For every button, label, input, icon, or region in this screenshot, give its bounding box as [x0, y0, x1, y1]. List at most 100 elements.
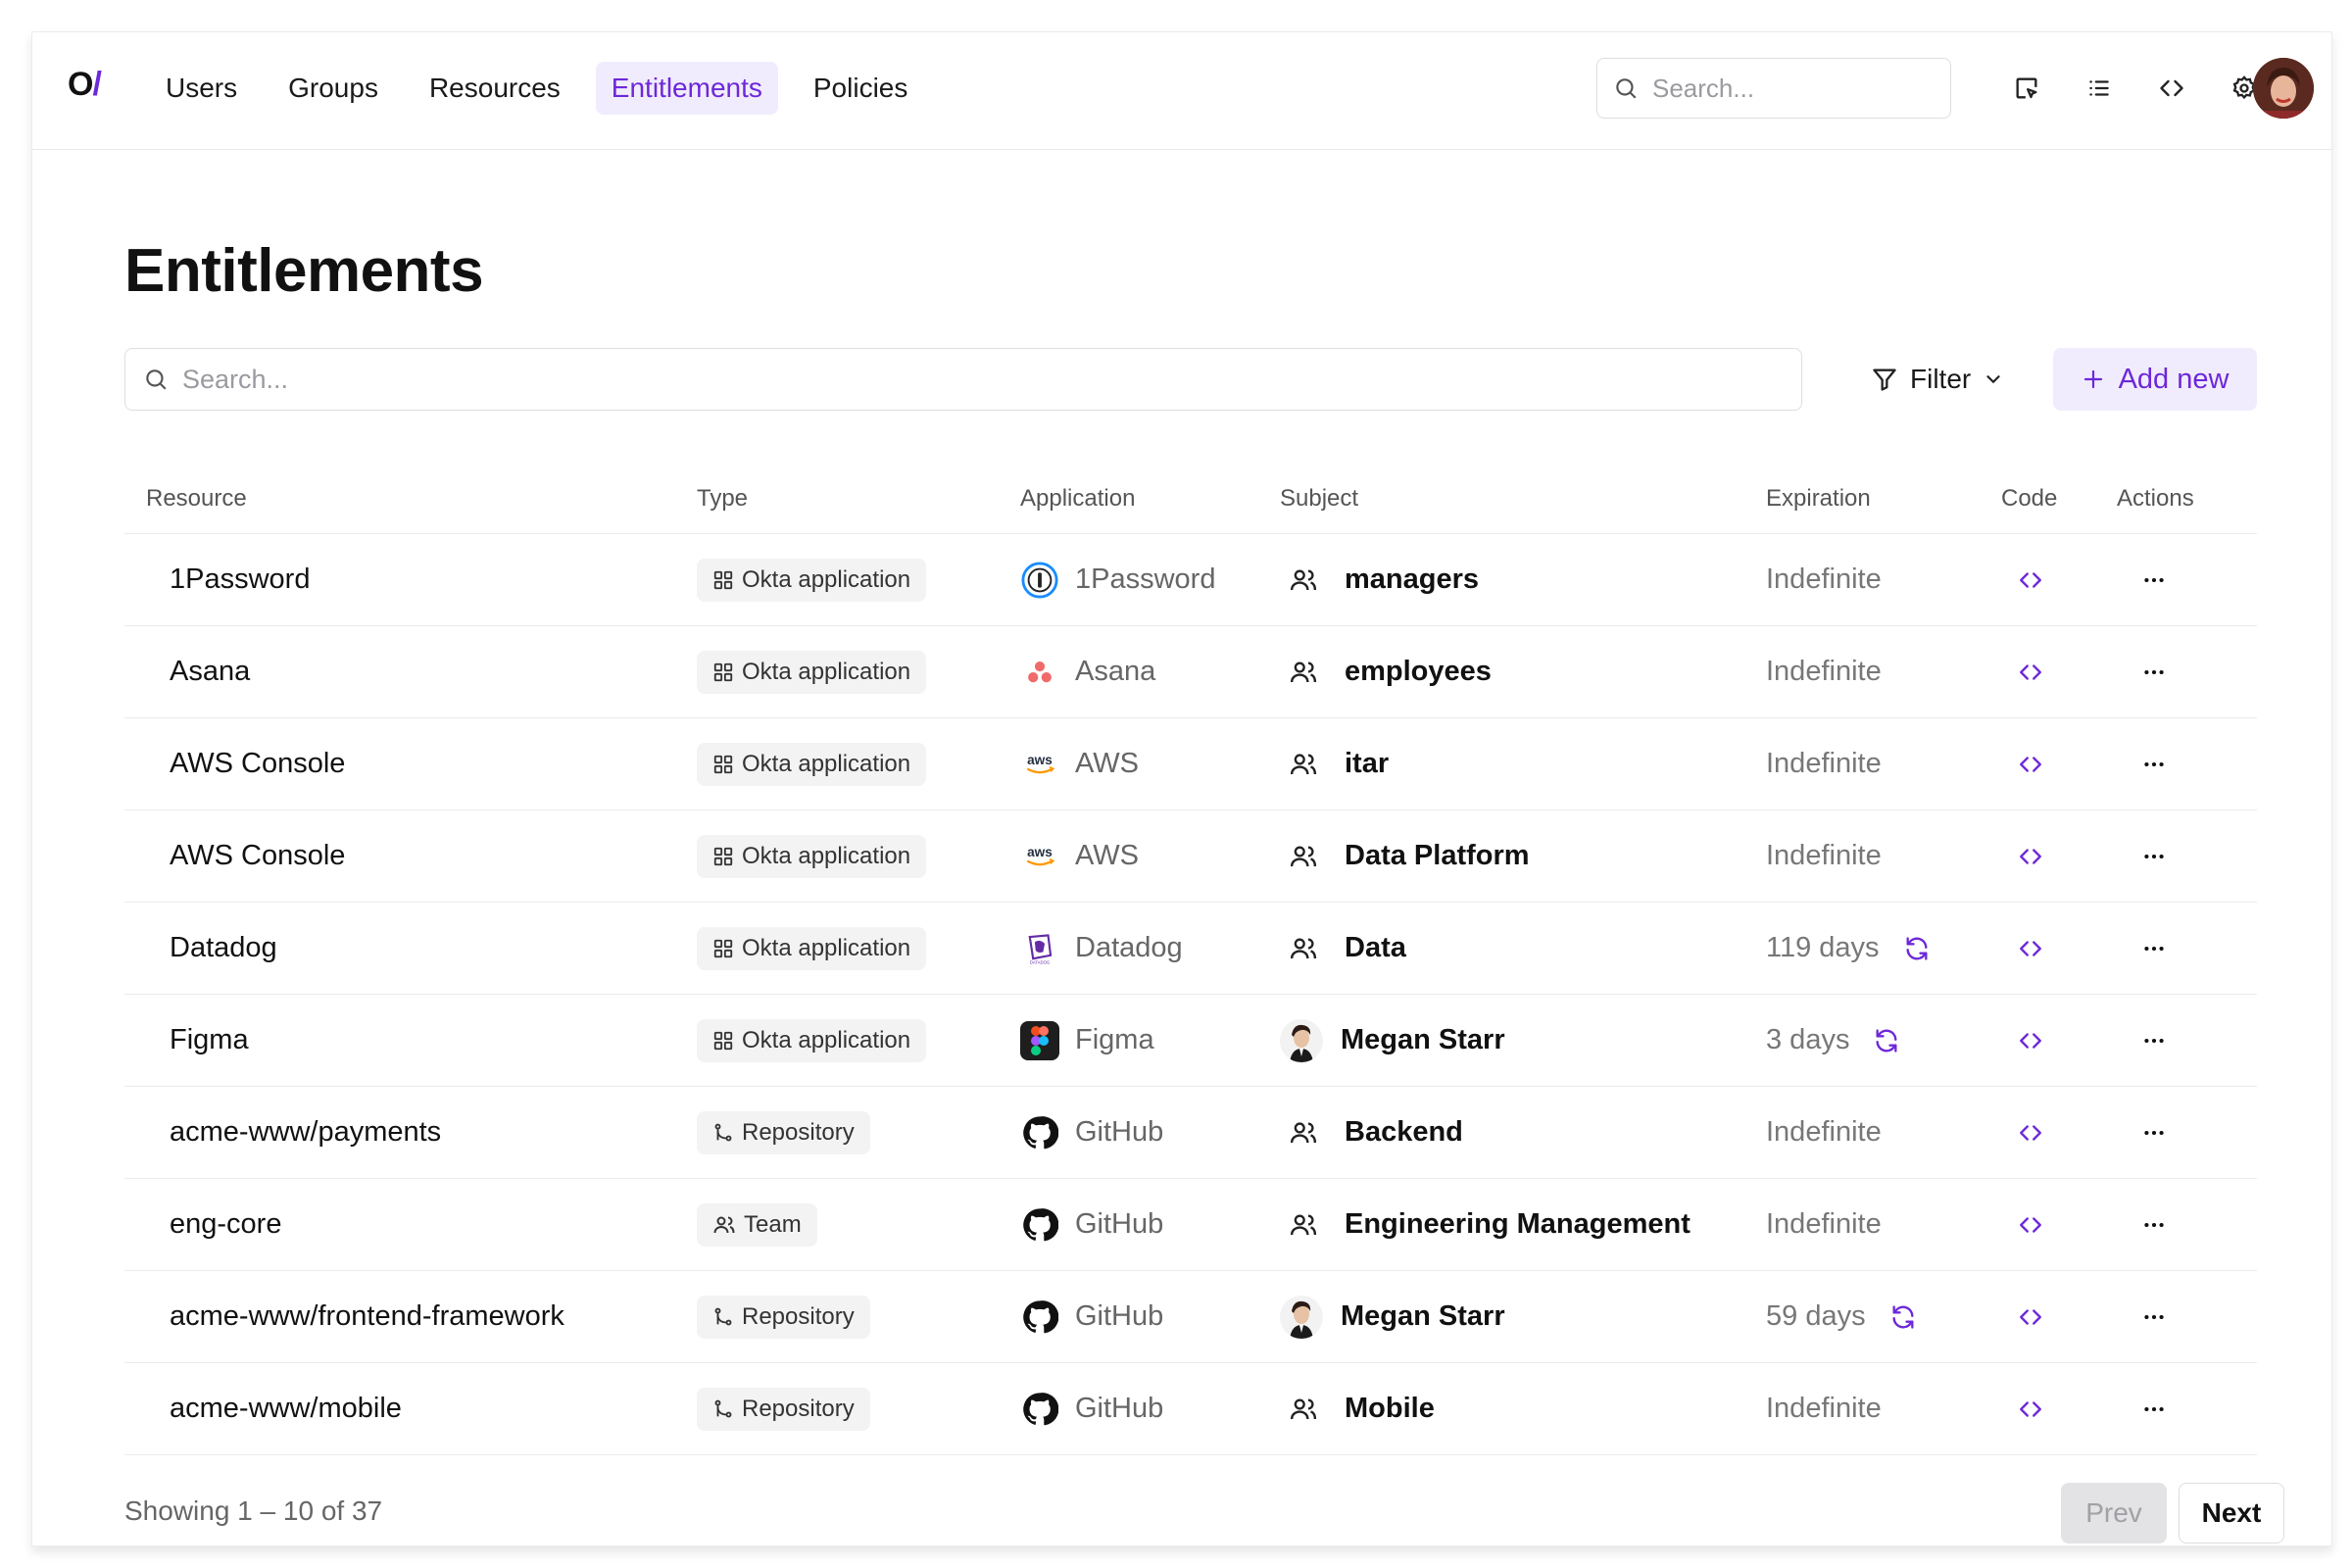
pagination-summary: Showing 1 – 10 of 37: [124, 1495, 383, 1526]
entitlements-search-input[interactable]: Search...: [124, 348, 1802, 411]
type-cell: Team: [697, 1202, 1020, 1247]
main-nav: Users Groups Resources Entitlements Poli…: [150, 62, 935, 115]
table-row[interactable]: AWS Console Okta application aws AWS Dat…: [124, 810, 2257, 903]
column-header-application[interactable]: Application: [1020, 485, 1280, 513]
code-icon[interactable]: [2001, 1212, 2060, 1238]
actions-cell: [2117, 752, 2234, 777]
application-cell: aws AWS: [1020, 745, 1280, 784]
grid-icon: [712, 569, 734, 591]
table-row[interactable]: acme-www/mobile Repository GitHub Mobile…: [124, 1363, 2257, 1455]
ellipsis-icon[interactable]: [2117, 752, 2191, 777]
code-button[interactable]: [2135, 62, 2208, 115]
ellipsis-icon[interactable]: [2117, 1120, 2191, 1146]
inspect-button[interactable]: [1990, 62, 2063, 115]
table-row[interactable]: acme-www/frontend-framework Repository G…: [124, 1271, 2257, 1363]
actions-cell: [2117, 1120, 2234, 1146]
column-header-expiration[interactable]: Expiration: [1766, 485, 2001, 513]
nav-item-resources[interactable]: Resources: [414, 62, 576, 115]
ellipsis-icon[interactable]: [2117, 1212, 2191, 1238]
code-icon[interactable]: [2001, 844, 2060, 869]
global-search-placeholder: Search...: [1652, 73, 1755, 103]
column-header-subject[interactable]: Subject: [1280, 485, 1766, 513]
code-icon[interactable]: [2001, 1304, 2060, 1330]
code-cell: [2001, 660, 2117, 685]
refresh-icon[interactable]: [1873, 1027, 1900, 1054]
nav-item-users[interactable]: Users: [150, 62, 253, 115]
code-icon[interactable]: [2001, 1396, 2060, 1422]
application-cell: Figma: [1020, 1020, 1280, 1060]
inspect-icon: [2016, 77, 2037, 99]
code-icon[interactable]: [2001, 1120, 2060, 1146]
type-cell: Repository: [697, 1295, 1020, 1339]
subject-label: Mobile: [1345, 1393, 1435, 1424]
code-icon[interactable]: [2001, 567, 2060, 593]
column-header-resource[interactable]: Resource: [124, 485, 697, 513]
add-new-button[interactable]: Add new: [2053, 348, 2257, 411]
code-icon[interactable]: [2001, 1028, 2060, 1054]
code-cell: [2001, 1028, 2117, 1054]
prev-page-button[interactable]: Prev: [2061, 1483, 2167, 1544]
expiration-cell: 3 days: [1766, 1024, 2001, 1056]
application-cell: Asana: [1020, 653, 1280, 692]
nav-item-entitlements[interactable]: Entitlements: [595, 62, 778, 115]
ellipsis-icon[interactable]: [2117, 1396, 2191, 1422]
code-icon[interactable]: [2001, 752, 2060, 777]
ellipsis-icon[interactable]: [2117, 844, 2191, 869]
ellipsis-icon[interactable]: [2117, 1304, 2191, 1330]
actions-cell: [2117, 936, 2234, 961]
expiration-label: Indefinite: [1766, 748, 1882, 779]
subject-cell: managers: [1280, 561, 1766, 600]
1password-icon: [1020, 561, 1059, 600]
nav-item-policies[interactable]: Policies: [798, 62, 923, 115]
ellipsis-icon[interactable]: [2117, 936, 2191, 961]
app-window: O/ Users Groups Resources Entitlements P…: [31, 31, 2332, 1546]
table-row[interactable]: eng-core Team GitHub Engineering Managem…: [124, 1179, 2257, 1271]
type-badge: Okta application: [697, 1018, 927, 1062]
next-page-button[interactable]: Next: [2179, 1483, 2284, 1544]
subject-cell: Data Platform: [1280, 837, 1766, 876]
code-cell: [2001, 1304, 2117, 1330]
table-row[interactable]: 1Password Okta application 1Password man…: [124, 534, 2257, 626]
type-badge: Repository: [697, 1387, 870, 1431]
refresh-icon[interactable]: [1903, 935, 1931, 962]
table-row[interactable]: Asana Okta application Asana employees I…: [124, 626, 2257, 718]
expiration-label: Indefinite: [1766, 564, 1882, 595]
entitlements-search-placeholder: Search...: [182, 364, 289, 394]
search-icon: [1616, 78, 1637, 99]
resource-cell: 1Password: [170, 564, 311, 595]
page-title: Entitlements: [124, 237, 484, 305]
global-search-input[interactable]: Search...: [1596, 58, 1951, 119]
table-row[interactable]: Figma Okta application Figma Megan Starr…: [124, 995, 2257, 1087]
subject-avatar: [1280, 1018, 1323, 1062]
subject-label: Data: [1345, 932, 1406, 963]
ellipsis-icon[interactable]: [2117, 660, 2191, 685]
subject-cell: Megan Starr: [1280, 1295, 1766, 1339]
entitlements-table: Resource Type Application Subject Expira…: [124, 464, 2257, 1455]
table-row[interactable]: acme-www/payments Repository GitHub Back…: [124, 1087, 2257, 1179]
code-icon[interactable]: [2001, 936, 2060, 961]
code-icon[interactable]: [2001, 660, 2060, 685]
application-label: AWS: [1075, 840, 1139, 871]
refresh-icon[interactable]: [1889, 1303, 1917, 1331]
group-icon: [1284, 929, 1323, 968]
application-label: Asana: [1075, 656, 1156, 687]
ellipsis-icon[interactable]: [2117, 1028, 2191, 1054]
actions-cell: [2117, 844, 2234, 869]
filter-button[interactable]: Filter: [1857, 348, 2018, 411]
nav-item-groups[interactable]: Groups: [272, 62, 394, 115]
type-cell: Repository: [697, 1110, 1020, 1154]
resource-cell: eng-core: [170, 1208, 282, 1240]
subject-label: Engineering Management: [1345, 1208, 1690, 1240]
list-view-button[interactable]: [2063, 62, 2135, 115]
table-row[interactable]: AWS Console Okta application aws AWS ita…: [124, 718, 2257, 810]
user-avatar[interactable]: [2253, 58, 2314, 119]
app-logo[interactable]: O/: [68, 66, 102, 104]
group-icon: [1284, 1205, 1323, 1245]
actions-cell: [2117, 1212, 2234, 1238]
expiration-cell: Indefinite: [1766, 1208, 2001, 1241]
type-badge: Repository: [697, 1295, 870, 1339]
ellipsis-icon[interactable]: [2117, 567, 2191, 593]
aws-icon: aws: [1020, 837, 1059, 876]
column-header-type[interactable]: Type: [697, 485, 1020, 513]
table-row[interactable]: Datadog Okta application DATADOG Datadog…: [124, 903, 2257, 995]
